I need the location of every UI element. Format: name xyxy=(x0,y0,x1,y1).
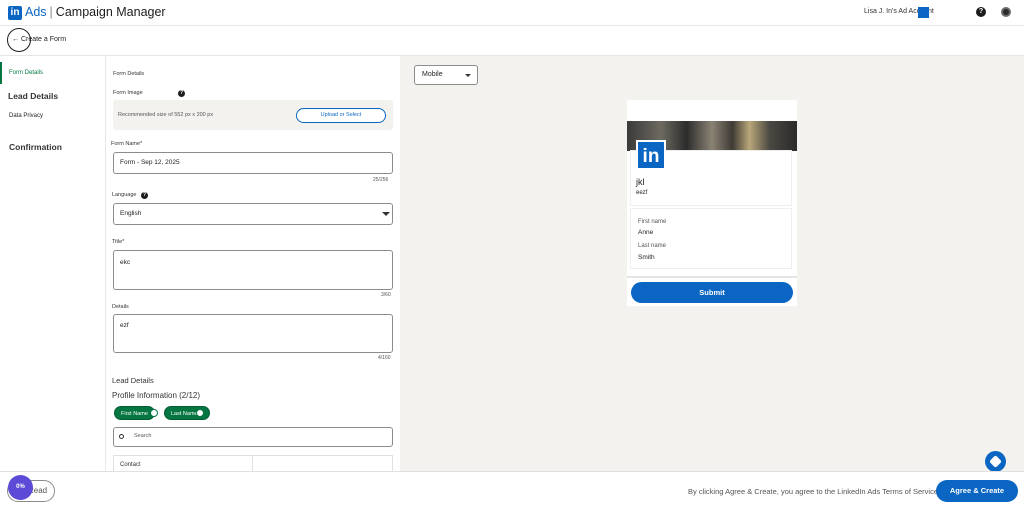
preview-field-label: Last name xyxy=(638,243,667,249)
details-label: Details xyxy=(112,304,129,310)
brand-ads: Ads xyxy=(25,5,47,19)
title-label: Title* xyxy=(112,239,125,245)
image-hint: Recommended size of 552 px x 200 px xyxy=(118,112,214,118)
preview-divider xyxy=(627,276,797,278)
nav-active-indicator xyxy=(0,62,2,84)
avatar[interactable] xyxy=(1001,7,1011,17)
profile-info-heading: Profile Information (2/12) xyxy=(112,391,201,400)
details-textarea[interactable]: ezf xyxy=(113,314,393,353)
chip-first-name[interactable]: First Name xyxy=(114,406,155,420)
preview-subtitle: eezf xyxy=(636,190,648,196)
title-textarea[interactable]: ekc xyxy=(113,250,393,290)
brand-title[interactable]: Ads | Campaign Manager xyxy=(25,5,166,19)
account-badge-icon[interactable] xyxy=(918,7,929,18)
details-counter: 4/160 xyxy=(378,355,391,361)
terms-text: By clicking Agree & Create, you agree to… xyxy=(688,487,941,496)
search-input[interactable] xyxy=(113,427,393,447)
preview-title: jkl xyxy=(636,177,645,187)
chip-remove-icon[interactable] xyxy=(150,409,158,417)
nav-item-data-privacy[interactable]: Data Privacy xyxy=(9,113,43,119)
agree-create-button[interactable]: Agree & Create xyxy=(936,480,1018,502)
nav-item-confirmation[interactable]: Confirmation xyxy=(9,142,62,152)
top-bar: in Ads | Campaign Manager Lisa J. In's Ad … xyxy=(0,0,1024,26)
preview-field-value: Anne xyxy=(638,229,654,236)
language-select[interactable]: English xyxy=(113,203,393,225)
back-label[interactable]: ← Create a Form xyxy=(12,36,66,43)
lead-details-heading: Lead Details xyxy=(112,376,154,385)
nav-item-lead-details[interactable]: Lead Details xyxy=(8,91,58,101)
brand-campaign-manager: Campaign Manager xyxy=(55,5,166,19)
preview-fields-card xyxy=(631,209,791,268)
preview-field-value: Smith xyxy=(638,254,655,261)
chip-remove-icon[interactable] xyxy=(196,409,204,417)
title-counter: 3/60 xyxy=(381,292,391,298)
sub-header xyxy=(0,26,1024,56)
language-label: Language xyxy=(112,192,137,198)
preview-field-label: First name xyxy=(638,219,667,225)
chevron-down-icon[interactable] xyxy=(465,74,471,77)
table-row[interactable]: Contact xyxy=(120,462,141,468)
help-icon[interactable]: ? xyxy=(976,7,986,17)
form-name-input[interactable]: Form - Sep 12, 2025 xyxy=(113,152,393,174)
info-icon[interactable]: ? xyxy=(178,90,185,97)
form-image-label: Form Image xyxy=(113,90,143,96)
search-placeholder: Search xyxy=(134,433,152,439)
language-info-icon[interactable]: ? xyxy=(141,192,148,199)
brand-separator: | xyxy=(49,5,53,19)
form-name-counter: 25/256 xyxy=(373,177,389,183)
search-icon xyxy=(119,434,124,439)
section-label: Form Details xyxy=(113,71,145,77)
chevron-down-icon[interactable] xyxy=(382,212,390,216)
linkedin-logo-icon[interactable]: in xyxy=(8,6,22,20)
upload-button[interactable]: Upload or Select xyxy=(296,108,386,123)
nav-item-form-details[interactable]: Form Details xyxy=(9,70,43,76)
read-progress-badge[interactable]: 0% xyxy=(8,475,33,500)
form-name-label: Form Name* xyxy=(111,141,143,147)
linkedin-logo-icon: in xyxy=(636,140,666,170)
preview-submit-button[interactable]: Submit xyxy=(631,282,793,303)
